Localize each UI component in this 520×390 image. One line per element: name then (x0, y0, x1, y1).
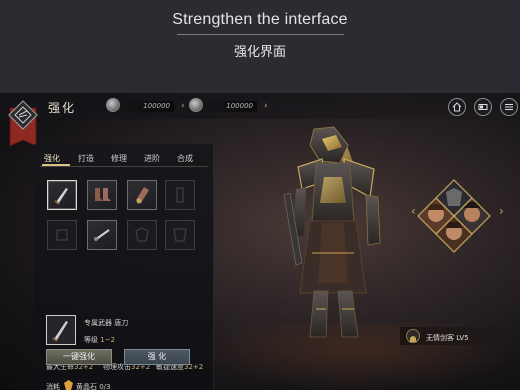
banner-divider (177, 34, 344, 35)
enhance-button[interactable]: 强 化 (124, 349, 190, 365)
equip-slot-8[interactable] (165, 220, 195, 250)
tab-synthesize[interactable]: 合成 (177, 153, 193, 164)
empty-slot-icon (135, 227, 149, 242)
home-icon[interactable] (448, 98, 466, 116)
item-name: 专属武器 唐刀 (84, 319, 129, 327)
empty-slot-icon (173, 228, 187, 242)
cost-label: 消耗 (46, 383, 60, 390)
equip-slot-3[interactable] (127, 180, 157, 210)
empty-slot-icon (176, 187, 184, 203)
blade-icon (52, 321, 68, 342)
equip-slot-4[interactable] (165, 180, 195, 210)
equip-slot-5[interactable] (47, 220, 77, 250)
staff-icon (94, 229, 110, 241)
game-screen: 强化 100000 › 100000 › 强化 打造 修理 进阶 合成 专属武器… (0, 93, 520, 390)
currency-amount-2: 100000 (195, 101, 257, 112)
selected-item-icon-box (46, 315, 76, 345)
item-level: 等级 1~2 (84, 335, 115, 345)
banner-title: Strengthen the interface (172, 11, 348, 28)
tab-forge[interactable]: 打造 (78, 153, 94, 164)
equip-slot-6[interactable] (87, 220, 117, 250)
auto-enhance-button[interactable]: 一键强化 (46, 349, 112, 365)
caption-banner: Strengthen the interface 强化界面 (0, 0, 520, 93)
banner-subtitle: 强化界面 (233, 45, 286, 60)
item-level-value: 1~2 (100, 336, 116, 344)
empty-slot-icon (56, 229, 68, 241)
character-name: 无情剑客 LV5 (426, 334, 469, 342)
bell-icon[interactable] (406, 329, 420, 343)
tabs-divider (40, 166, 208, 167)
card-icon[interactable] (474, 98, 492, 116)
boots-icon (95, 188, 111, 201)
currency-amount-1: 100000 (112, 101, 174, 112)
tab-advance[interactable]: 进阶 (144, 153, 160, 164)
next-character-button[interactable]: › (499, 204, 504, 218)
equip-slot-2[interactable] (87, 180, 117, 210)
equip-slot-1[interactable] (47, 180, 77, 210)
tab-repair[interactable]: 修理 (111, 153, 127, 164)
team-portraits (417, 179, 491, 253)
topaz-icon (64, 380, 73, 390)
currency-add-button-2[interactable]: › (264, 100, 272, 112)
tab-enhance[interactable]: 强化 (44, 153, 60, 164)
cost-item: 黄晶石 0/3 (76, 383, 111, 390)
currency-add-button-1[interactable]: › (181, 100, 189, 112)
item-level-label: 等级 (84, 336, 98, 344)
screen-title: 强化 (48, 101, 77, 115)
enhance-emblem-icon (8, 100, 38, 147)
menu-icon[interactable] (500, 98, 518, 116)
armored-knight-figure (283, 126, 381, 338)
equip-slot-7[interactable] (127, 220, 157, 250)
blade-icon (54, 188, 68, 205)
top-bar (0, 93, 520, 119)
gauntlet-icon (136, 187, 149, 204)
